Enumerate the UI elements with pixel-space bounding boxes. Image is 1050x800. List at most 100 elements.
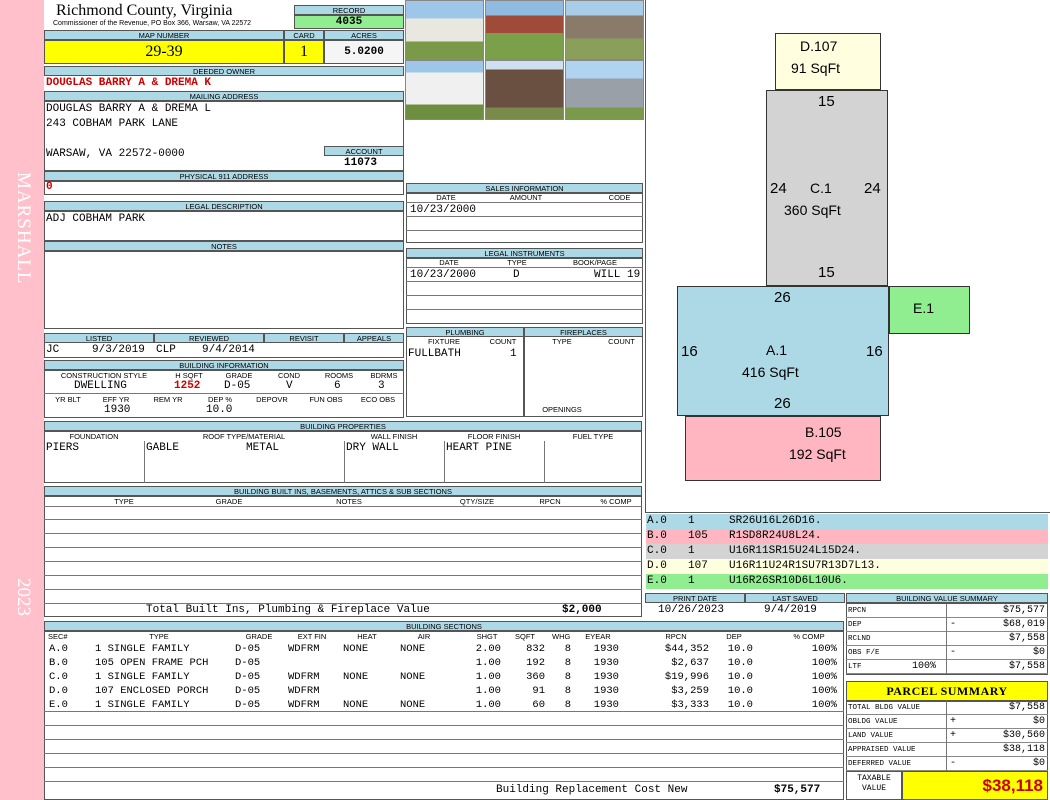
section-cell: D-05 — [235, 699, 261, 711]
sections-col-header: TYPE — [149, 632, 169, 641]
ecoobs-header: ECO OBS — [360, 395, 396, 404]
code-sec: D.0 — [647, 560, 667, 572]
section-cell: 91 — [532, 685, 545, 697]
sections-col-header: SEC# — [48, 632, 68, 641]
parcel-summary-col-line — [946, 743, 947, 757]
section-cell: 100% — [811, 643, 837, 655]
parcel-summary-row: TOTAL BLDG VALUE $7,558 — [846, 701, 1048, 715]
value-summary-row: RPCN $75,577 — [846, 604, 1048, 618]
parcel-summary-value: $0 — [1032, 758, 1045, 769]
section-cell: 10.0 — [727, 685, 753, 697]
hsqft-header: H SQFT — [175, 371, 203, 380]
section-cell: D-05 — [235, 685, 261, 697]
section-cell: 1930 — [593, 657, 619, 669]
property-photo-5 — [485, 60, 564, 120]
sections-row-line — [44, 739, 844, 740]
print-date: 10/26/2023 — [658, 604, 725, 616]
instrument-row-line — [406, 309, 643, 310]
property-photo-2 — [485, 0, 564, 60]
sections-col-header: % COMP — [793, 632, 825, 641]
code-num: 1 — [688, 545, 695, 557]
sketch-c-top: 15 — [818, 93, 835, 110]
section-cell: 107 ENCLOSED PORCH — [95, 685, 209, 697]
sketch-a-bottom: 26 — [774, 395, 791, 412]
mailing-line-2: 243 COBHAM PARK LANE — [46, 118, 179, 130]
property-photo-6 — [565, 60, 644, 120]
section-cell: 1 SINGLE FAMILY — [95, 671, 190, 683]
section-cell: $19,996 — [664, 671, 709, 683]
last-saved: 9/4/2019 — [764, 604, 817, 616]
parcel-summary-key: OBLDG VALUE — [848, 718, 898, 726]
section-cell: 8 — [564, 685, 571, 697]
sketch-a-left: 16 — [681, 343, 698, 360]
bdrms-header: BDRMS — [370, 371, 398, 380]
revisit-label: REVISIT — [264, 333, 344, 343]
instruments-label: LEGAL INSTRUMENTS — [406, 248, 643, 258]
sketch-b-area: 192 SqFt — [789, 446, 846, 462]
rooms-value: 6 — [334, 380, 341, 392]
section-cell: WDFRM — [288, 685, 320, 697]
code-string: U16R11SR15U24L15D24. — [729, 545, 862, 557]
deeded-owner: DOUGLAS BARRY A & DREMA K — [46, 77, 212, 89]
remyr-header: REM YR — [153, 395, 183, 404]
sections-row-line — [44, 725, 844, 726]
section-cell: 8 — [564, 671, 571, 683]
map-number: 29-39 — [44, 40, 284, 64]
sections-col-header: DEP — [726, 632, 742, 641]
building-properties-label: BUILDING PROPERTIES — [44, 421, 642, 431]
sketch-code-row: A.0 1 SR26U16L26D16. — [646, 514, 1048, 529]
map-number-label: MAP NUMBER — [44, 30, 284, 40]
mailing-line-3: WARSAW, VA 22572-0000 — [46, 148, 185, 160]
commissioner-address: Commissioner of the Revenue, PO Box 366,… — [53, 20, 252, 27]
reviewed-label: REVIEWED — [154, 333, 264, 343]
value-summary-sign: - — [950, 647, 957, 658]
code-sec: C.0 — [647, 545, 667, 557]
roof-header: ROOF TYPE/MATERIAL — [202, 432, 286, 441]
value-summary-key: RCLND — [848, 635, 871, 643]
sketch-c-area: 360 SqFt — [784, 202, 841, 218]
property-photo-4 — [405, 60, 484, 120]
depovr-header: DEPOVR — [256, 395, 288, 404]
value-summary-label: BUILDING VALUE SUMMARY — [846, 593, 1048, 603]
floor-header: FLOOR FINISH — [467, 432, 521, 441]
parcel-summary-value: $0 — [1032, 716, 1045, 727]
sections-row-line — [44, 753, 844, 754]
sketch-code-row: C.0 1 U16R11SR15U24L15D24. — [646, 544, 1048, 559]
instrument-date: 10/23/2000 — [410, 269, 477, 281]
value-summary-value: $7,558 — [1008, 661, 1045, 672]
instrument-date-header: DATE — [439, 258, 459, 267]
value-summary-col-line — [946, 604, 947, 618]
sections-col-header: GRADE — [245, 632, 273, 641]
sketch-d-label: D.107 — [800, 38, 838, 54]
record-label: RECORD — [294, 5, 404, 15]
wall-header: WALL FINISH — [370, 432, 418, 441]
sections-row-line — [44, 781, 844, 782]
effyr-header: EFF YR — [102, 395, 130, 404]
grade-value: D-05 — [224, 380, 251, 392]
code-num: 1 — [688, 575, 695, 587]
sales-date-header: DATE — [436, 193, 456, 202]
appeals-label: APPEALS — [344, 333, 404, 343]
sketch-b-label: B.105 — [805, 424, 842, 440]
section-cell: 60 — [532, 699, 545, 711]
taxable-label-1: TAXABLE — [857, 774, 891, 783]
section-cell: 1 SINGLE FAMILY — [95, 643, 190, 655]
legal-description: ADJ COBHAM PARK — [46, 213, 146, 225]
value-summary-value: $7,558 — [1008, 633, 1045, 644]
last-saved-label: LAST SAVED — [745, 593, 845, 603]
code-string: U16R11U24R1SU7R13D7L13. — [729, 560, 881, 572]
sketch-a-top: 26 — [774, 289, 791, 306]
sections-col-header: AIR — [417, 632, 431, 641]
plumbing-label: PLUMBING — [406, 327, 524, 337]
reviewed-date: 9/4/2014 — [202, 344, 255, 356]
value-summary-col-line — [946, 632, 947, 646]
code-string: U16R26SR10D6L10U6. — [729, 575, 848, 587]
section-cell: D-05 — [235, 657, 261, 669]
section-cell: 100% — [811, 685, 837, 697]
card-number: 1 — [284, 40, 324, 64]
section-cell: 100% — [811, 699, 837, 711]
taxable-label-2: VALUE — [861, 784, 886, 793]
fixture-header: FIXTURE — [427, 337, 461, 346]
parcel-summary-value: $7,558 — [1008, 702, 1045, 713]
section-row: C.0 1 SINGLE FAMILY D-05 WDFRM NONE NONE 1.00 3… — [45, 670, 843, 684]
